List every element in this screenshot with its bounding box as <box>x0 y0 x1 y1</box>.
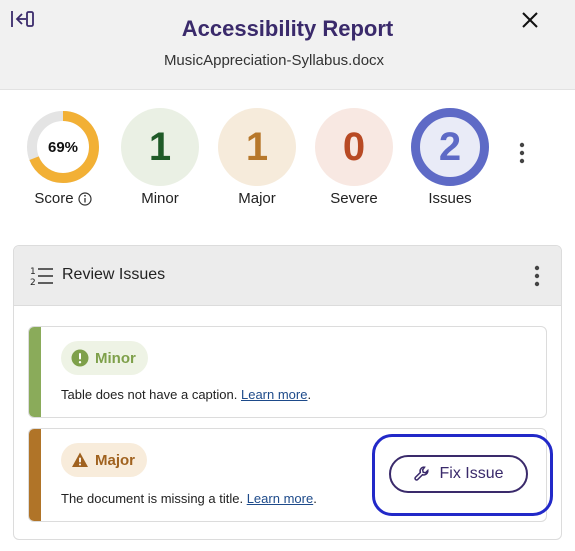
info-icon[interactable] <box>77 191 92 206</box>
report-header: Accessibility Report MusicAppreciation-S… <box>0 0 575 90</box>
severity-bar <box>29 429 41 521</box>
severe-count: 0 <box>342 124 366 169</box>
severe-label: Severe <box>330 190 378 207</box>
major-stat[interactable]: 1 Major <box>218 108 296 207</box>
close-icon[interactable] <box>518 8 542 32</box>
score-label: Score <box>34 190 74 207</box>
severe-stat[interactable]: 0 Severe <box>315 108 393 207</box>
wrench-icon <box>414 466 430 481</box>
warning-icon <box>72 452 88 467</box>
fix-issue-button[interactable]: Fix Issue <box>389 455 528 493</box>
major-count-circle: 1 <box>218 108 296 186</box>
score-stat: 69% Score <box>24 108 102 207</box>
exclamation-icon <box>71 349 89 367</box>
issue-card-minor: Minor Table does not have a caption. Lea… <box>28 326 547 418</box>
major-label: Major <box>238 190 276 207</box>
severity-bar <box>29 327 41 417</box>
minor-count-circle: 1 <box>121 108 199 186</box>
major-count: 1 <box>245 124 269 169</box>
issues-stat[interactable]: 2 Issues <box>411 108 489 207</box>
minor-label: Minor <box>141 190 179 207</box>
review-issues-header[interactable]: 1 2 Review Issues <box>14 246 561 306</box>
numbered-list-icon: 1 2 <box>30 265 54 288</box>
page-title: Accessibility Report <box>181 16 394 41</box>
more-options-icon[interactable] <box>514 140 530 166</box>
issues-label: Issues <box>428 190 472 207</box>
learn-more-link[interactable]: Learn more <box>241 387 307 402</box>
score-donut: 69% <box>24 108 102 186</box>
panel-more-icon[interactable] <box>529 264 545 288</box>
minor-stat[interactable]: 1 Minor <box>121 108 199 207</box>
score-value: 69% <box>47 138 79 156</box>
issues-count-circle: 2 <box>411 108 489 186</box>
panel-title: Review Issues <box>62 266 166 283</box>
severe-count-circle: 0 <box>315 108 393 186</box>
issue-text: The document is missing a title. <box>61 491 244 506</box>
major-badge: Major <box>61 443 148 477</box>
learn-more-link[interactable]: Learn more <box>247 491 313 506</box>
issues-count: 2 <box>438 124 462 169</box>
svg-text:1: 1 <box>30 267 36 277</box>
fix-issue-label: Fix Issue <box>439 465 504 482</box>
issue-description: Table does not have a caption. Learn mor… <box>61 387 312 402</box>
badge-label: Major <box>95 451 136 469</box>
svg-text:2: 2 <box>30 278 36 287</box>
badge-label: Minor <box>95 349 136 367</box>
minor-count: 1 <box>148 124 172 169</box>
document-filename: MusicAppreciation-Syllabus.docx <box>163 52 385 69</box>
issue-description: The document is missing a title. Learn m… <box>61 491 317 506</box>
minor-badge: Minor <box>61 341 148 375</box>
issue-text: Table does not have a caption. <box>61 387 238 402</box>
